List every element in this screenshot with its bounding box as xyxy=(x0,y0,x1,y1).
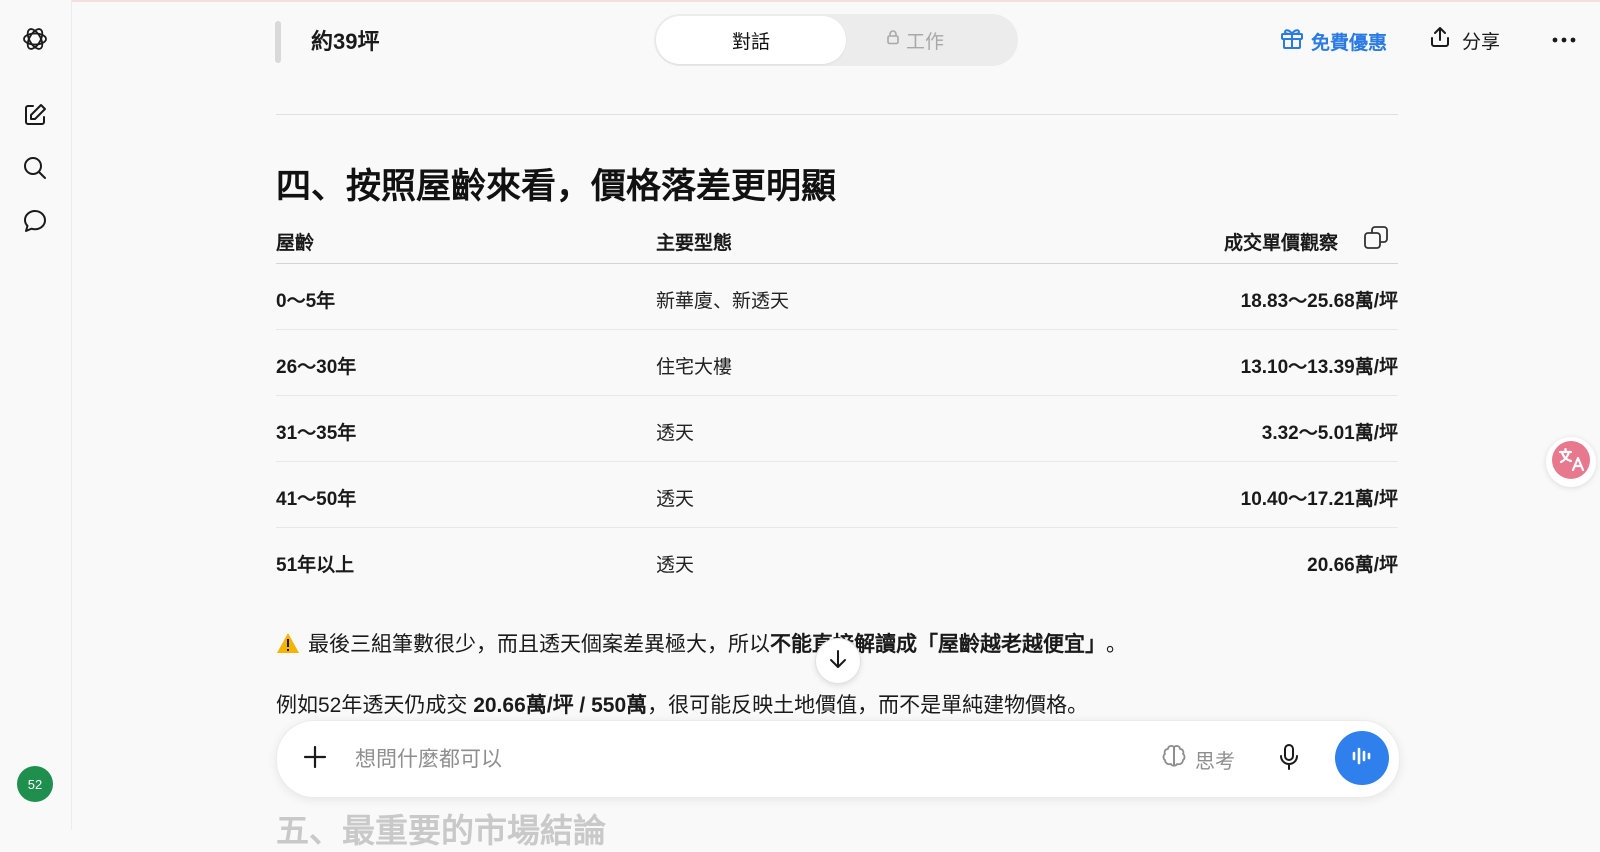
cell-age: 26～30年 xyxy=(276,357,357,378)
example-paragraph: 例如52年透天仍成交 20.66萬/坪 / 550萬，很可能反映土地價值，而不是… xyxy=(276,689,1088,719)
cell-price: 3.32～5.01萬/坪 xyxy=(1261,423,1398,444)
example-post: ，很可能反映土地價值，而不是單純建物價格。 xyxy=(647,694,1089,717)
new-chat-icon[interactable] xyxy=(20,100,50,130)
cell-type: 住宅大樓 xyxy=(656,357,733,378)
think-label: 思考 xyxy=(1195,750,1235,773)
voice-mode-button[interactable] xyxy=(1335,731,1389,785)
openai-logo-icon[interactable] xyxy=(20,24,50,54)
avatar[interactable]: 52 xyxy=(17,766,53,802)
free-offer-label: 免費優惠 xyxy=(1311,32,1388,54)
chats-icon[interactable] xyxy=(20,206,50,236)
table-row: 41～50年 透天 10.40～17.21萬/坪 xyxy=(276,462,1398,528)
microphone-icon xyxy=(1277,743,1301,776)
brain-icon xyxy=(1161,743,1187,775)
composer: 思考 xyxy=(276,720,1400,798)
think-button[interactable]: 思考 xyxy=(1161,743,1235,775)
warning-end: 。 xyxy=(1106,633,1127,656)
page-title: 約39坪 xyxy=(311,29,380,54)
divider xyxy=(276,114,1398,115)
tab-work-label: 工作 xyxy=(906,31,945,53)
arrow-down-icon xyxy=(827,648,849,675)
cell-price: 10.40～17.21萬/坪 xyxy=(1240,489,1398,510)
cell-age: 51年以上 xyxy=(276,555,355,576)
search-icon[interactable] xyxy=(20,153,50,183)
tab-work[interactable]: 工作 xyxy=(886,14,944,66)
cell-age: 0～5年 xyxy=(276,291,336,312)
price-table: 屋齡 主要型態 成交單價觀察 0～5年 新華廈、新透天 18.83～25.68萬… xyxy=(276,218,1398,593)
warning-text: 最後三組筆數很少，而且透天個案差異極大，所以 xyxy=(308,633,770,656)
cell-price: 13.10～13.39萬/坪 xyxy=(1240,357,1398,378)
free-offer-button[interactable]: 免費優惠 xyxy=(1279,25,1387,57)
plus-icon xyxy=(302,744,328,775)
cell-age: 41～50年 xyxy=(276,489,357,510)
waveform-icon xyxy=(1349,743,1375,774)
cell-type: 透天 xyxy=(656,555,695,576)
table-row: 51年以上 透天 20.66萬/坪 xyxy=(276,528,1398,593)
column-header-age: 屋齡 xyxy=(276,233,315,254)
microphone-button[interactable] xyxy=(1271,741,1307,777)
table-row: 31～35年 透天 3.32～5.01萬/坪 xyxy=(276,396,1398,462)
tab-chat[interactable]: 對話 xyxy=(656,16,846,64)
next-section-heading: 五、最重要的市場結論 xyxy=(276,812,606,849)
mode-toggle: 對話 工作 xyxy=(654,14,1018,66)
column-header-type: 主要型態 xyxy=(656,233,733,254)
scroll-down-button[interactable] xyxy=(815,638,861,684)
cell-age: 31～35年 xyxy=(276,423,357,444)
warning-note: 最後三組筆數很少，而且透天個案差異極大，所以 不能直接解讀成「屋齡越老越便宜」。 xyxy=(276,628,1127,658)
prompt-input[interactable] xyxy=(353,743,1057,777)
sidebar: 52 xyxy=(0,0,72,830)
gift-icon xyxy=(1279,25,1305,57)
cell-type: 新華廈、新透天 xyxy=(656,291,790,312)
share-icon xyxy=(1428,25,1452,55)
table-header: 屋齡 主要型態 成交單價觀察 xyxy=(276,218,1398,264)
table-row: 26～30年 住宅大樓 13.10～13.39萬/坪 xyxy=(276,330,1398,396)
example-pre: 例如52年透天仍成交 xyxy=(276,694,474,717)
share-label: 分享 xyxy=(1462,31,1501,53)
lock-icon xyxy=(886,29,900,51)
more-options-icon[interactable] xyxy=(1548,26,1580,54)
header-accent-bar xyxy=(275,21,281,63)
add-attachment-button[interactable] xyxy=(297,741,333,777)
table-row: 0～5年 新華廈、新透天 18.83～25.68萬/坪 xyxy=(276,264,1398,330)
share-button[interactable]: 分享 xyxy=(1428,25,1500,55)
cell-type: 透天 xyxy=(656,489,695,510)
cell-type: 透天 xyxy=(656,423,695,444)
example-emphasis: 20.66萬/坪 / 550萬 xyxy=(473,694,648,717)
copy-table-icon[interactable] xyxy=(1362,224,1390,252)
cell-price: 20.66萬/坪 xyxy=(1307,555,1398,576)
translate-button[interactable] xyxy=(1546,437,1596,487)
section-heading: 四、按照屋齡來看，價格落差更明顯 xyxy=(276,167,837,206)
translate-icon xyxy=(1551,440,1591,485)
cell-price: 18.83～25.68萬/坪 xyxy=(1240,291,1398,312)
warning-icon xyxy=(276,632,300,654)
top-accent-line xyxy=(0,0,1600,2)
column-header-price: 成交單價觀察 xyxy=(1223,233,1338,254)
